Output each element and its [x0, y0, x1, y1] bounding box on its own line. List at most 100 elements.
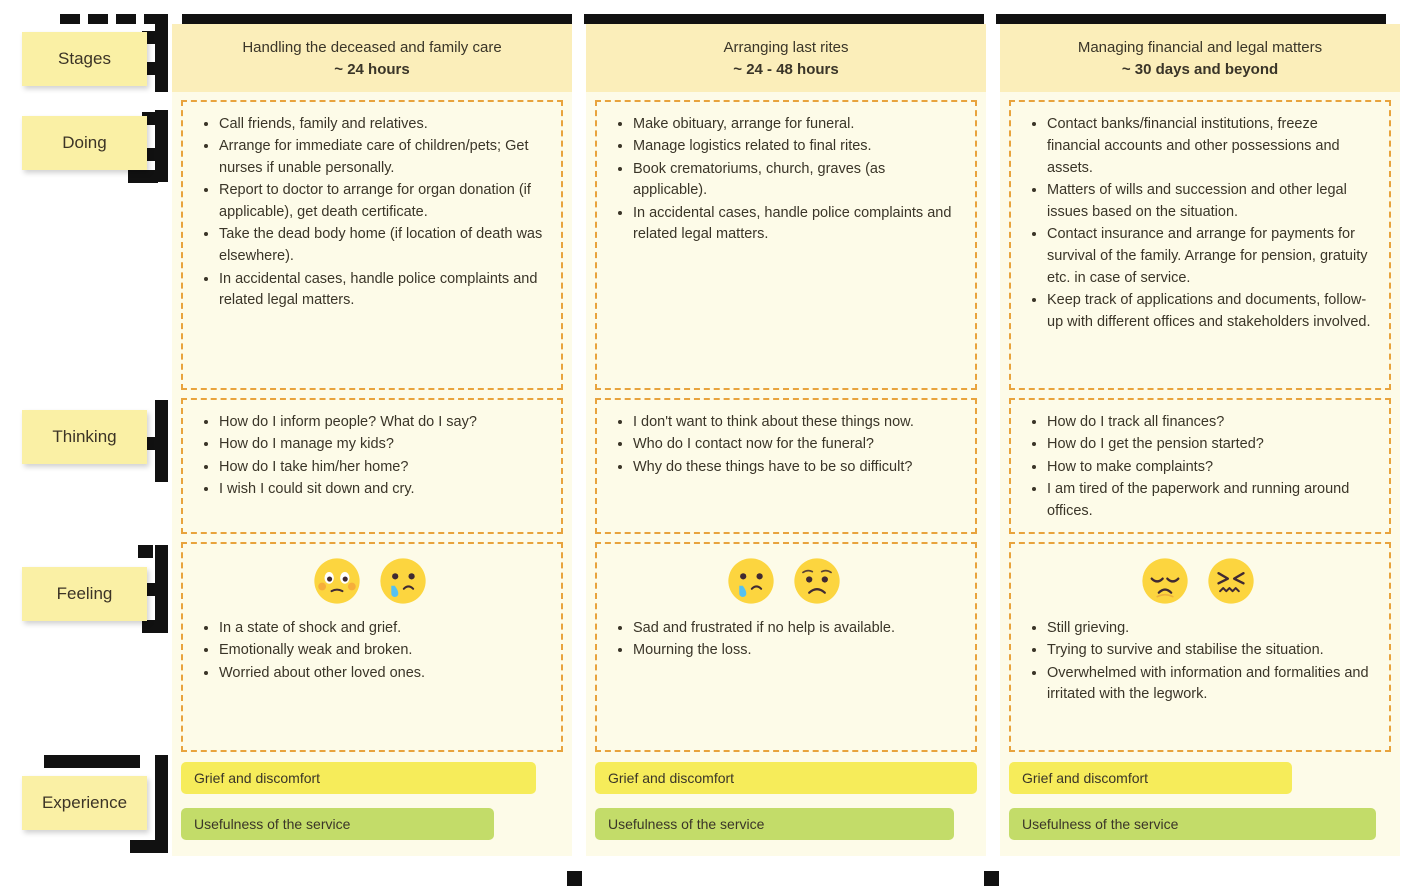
doing-cell: Call friends, family and relatives.Arran… [181, 100, 563, 390]
list-item: How to make complaints? [1047, 457, 1375, 479]
column-duration: ~ 30 days and beyond [1121, 61, 1279, 78]
experience-bar-usefulness-label: Usefulness of the service [194, 816, 351, 832]
frame-bar-thinking [155, 400, 168, 482]
list-item: Keep track of applications and documents… [1047, 290, 1375, 334]
list-item: Arrange for immediate care of children/p… [219, 136, 547, 180]
doing-cell: Make obituary, arrange for funeral.Manag… [595, 100, 977, 390]
experience-bar-grief-label: Grief and discomfort [1022, 770, 1149, 786]
frame-square-right [984, 871, 999, 886]
experience-bar-grief[interactable]: Grief and discomfort [1009, 762, 1292, 794]
feeling-emoji-row [607, 556, 961, 606]
sidebar-item-experience[interactable]: Experience [22, 776, 147, 830]
column-header: Arranging last rites ~ 24 - 48 hours [586, 24, 986, 92]
thinking-cell: How do I inform people? What do I say? Ho… [181, 398, 563, 534]
journey-map: Stages Doing Thinking Feeling Experience… [0, 0, 1425, 893]
list-item: Contact banks/financial institutions, fr… [1047, 114, 1375, 179]
sidebar-label-doing: Doing [62, 133, 107, 152]
frame-stub-experience-top [44, 755, 140, 768]
list-item: I don't want to think about these things… [633, 412, 961, 434]
experience-cell: Grief and discomfort Usefulness of the se… [172, 752, 572, 856]
frame-stub-feeling-c [142, 620, 156, 633]
list-item: Report to doctor to arrange for organ do… [219, 180, 547, 224]
thinking-list: How do I track all finances?How do I get… [1021, 412, 1375, 522]
feeling-list: Sad and frustrated if no help is availab… [607, 618, 961, 662]
list-item: Why do these things have to be so diffic… [633, 457, 961, 479]
list-item: I wish I could sit down and cry. [219, 479, 547, 501]
doing-list: Call friends, family and relatives.Arran… [193, 114, 547, 312]
experience-cell: Grief and discomfort Usefulness of the se… [1000, 752, 1400, 856]
doing-list: Contact banks/financial institutions, fr… [1021, 114, 1375, 333]
feeling-list: Still grieving.Trying to survive and sta… [1021, 618, 1375, 706]
sidebar-item-stages[interactable]: Stages [22, 32, 147, 86]
frame-top-rule-col1 [182, 14, 572, 24]
column-title: Managing financial and legal matters [1077, 39, 1323, 56]
experience-bar-usefulness-label: Usefulness of the service [608, 816, 765, 832]
frame-top-rule-col2 [584, 14, 984, 24]
pensive-face-icon [1140, 556, 1190, 606]
list-item: Take the dead body home (if location of … [219, 224, 547, 268]
list-item: Emotionally weak and broken. [219, 640, 547, 662]
frame-stub-doing-c [128, 170, 158, 183]
list-item: Trying to survive and stabilise the situ… [1047, 640, 1375, 662]
list-item: Make obituary, arrange for funeral. [633, 114, 961, 136]
sidebar-label-feeling: Feeling [56, 584, 113, 603]
frame-bar-experience [155, 755, 168, 853]
crying-face-icon [726, 556, 776, 606]
list-item: Who do I contact now for the funeral? [633, 434, 961, 456]
crying-face-icon [378, 556, 428, 606]
frame-bar-stages [155, 14, 168, 92]
list-item: How do I take him/her home? [219, 457, 547, 479]
sidebar-item-thinking[interactable]: Thinking [22, 410, 147, 464]
column-header: Handling the deceased and family care ~ 2… [172, 24, 572, 92]
frame-dash-3 [116, 14, 136, 24]
feeling-list: In a state of shock and grief.Emotionall… [193, 618, 547, 684]
journey-column-1: Handling the deceased and family care ~ 2… [172, 24, 572, 856]
sidebar-item-feeling[interactable]: Feeling [22, 567, 147, 621]
list-item: How do I inform people? What do I say? [219, 412, 547, 434]
feeling-emoji-row [1021, 556, 1375, 606]
sidebar-item-doing[interactable]: Doing [22, 116, 147, 170]
sidebar-label-stages: Stages [58, 49, 111, 68]
experience-cell: Grief and discomfort Usefulness of the se… [586, 752, 986, 856]
thinking-list: I don't want to think about these things… [607, 412, 961, 478]
column-title: Arranging last rites [723, 39, 849, 56]
list-item: Still grieving. [1047, 618, 1375, 640]
list-item: Contact insurance and arrange for paymen… [1047, 224, 1375, 289]
feeling-cell: Sad and frustrated if no help is availab… [595, 542, 977, 752]
list-item: Overwhelmed with information and formali… [1047, 663, 1375, 707]
experience-bar-grief-label: Grief and discomfort [194, 770, 321, 786]
frowning-face-icon [792, 556, 842, 606]
frame-dash-2 [88, 14, 108, 24]
feeling-cell: Still grieving.Trying to survive and sta… [1009, 542, 1391, 752]
list-item: Call friends, family and relatives. [219, 114, 547, 136]
experience-bar-usefulness-label: Usefulness of the service [1022, 816, 1179, 832]
experience-bar-grief[interactable]: Grief and discomfort [181, 762, 537, 794]
column-title: Handling the deceased and family care [242, 39, 502, 56]
frame-stub-experience-bottom [130, 840, 158, 853]
list-item: In accidental cases, handle police compl… [219, 269, 547, 313]
experience-bar-usefulness[interactable]: Usefulness of the service [1009, 808, 1376, 840]
list-item: Sad and frustrated if no help is availab… [633, 618, 961, 640]
sidebar-label-thinking: Thinking [52, 427, 117, 446]
frame-dash-1 [60, 14, 80, 24]
thinking-list: How do I inform people? What do I say? Ho… [193, 412, 547, 501]
sidebar-label-experience: Experience [41, 793, 128, 812]
frame-bar-feeling [155, 545, 168, 633]
column-duration: ~ 24 hours [334, 61, 410, 78]
shocked-blush-face-icon [312, 556, 362, 606]
feeling-cell: In a state of shock and grief.Emotionall… [181, 542, 563, 752]
list-item: Manage logistics related to final rites. [633, 136, 961, 158]
journey-column-3: Managing financial and legal matters ~ 30… [1000, 24, 1400, 856]
list-item: I am tired of the paperwork and running … [1047, 479, 1375, 523]
column-duration: ~ 24 - 48 hours [733, 61, 839, 78]
list-item: How do I track all finances? [1047, 412, 1375, 434]
experience-bar-usefulness[interactable]: Usefulness of the service [181, 808, 495, 840]
doing-list: Make obituary, arrange for funeral.Manag… [607, 114, 961, 246]
list-item: Mourning the loss. [633, 640, 961, 662]
experience-bar-grief[interactable]: Grief and discomfort [595, 762, 977, 794]
experience-bar-usefulness[interactable]: Usefulness of the service [595, 808, 955, 840]
journey-column-2: Arranging last rites ~ 24 - 48 hours Make … [586, 24, 986, 856]
frame-top-rule-col3 [996, 14, 1386, 24]
list-item: In a state of shock and grief. [219, 618, 547, 640]
column-header: Managing financial and legal matters ~ 30… [1000, 24, 1400, 92]
